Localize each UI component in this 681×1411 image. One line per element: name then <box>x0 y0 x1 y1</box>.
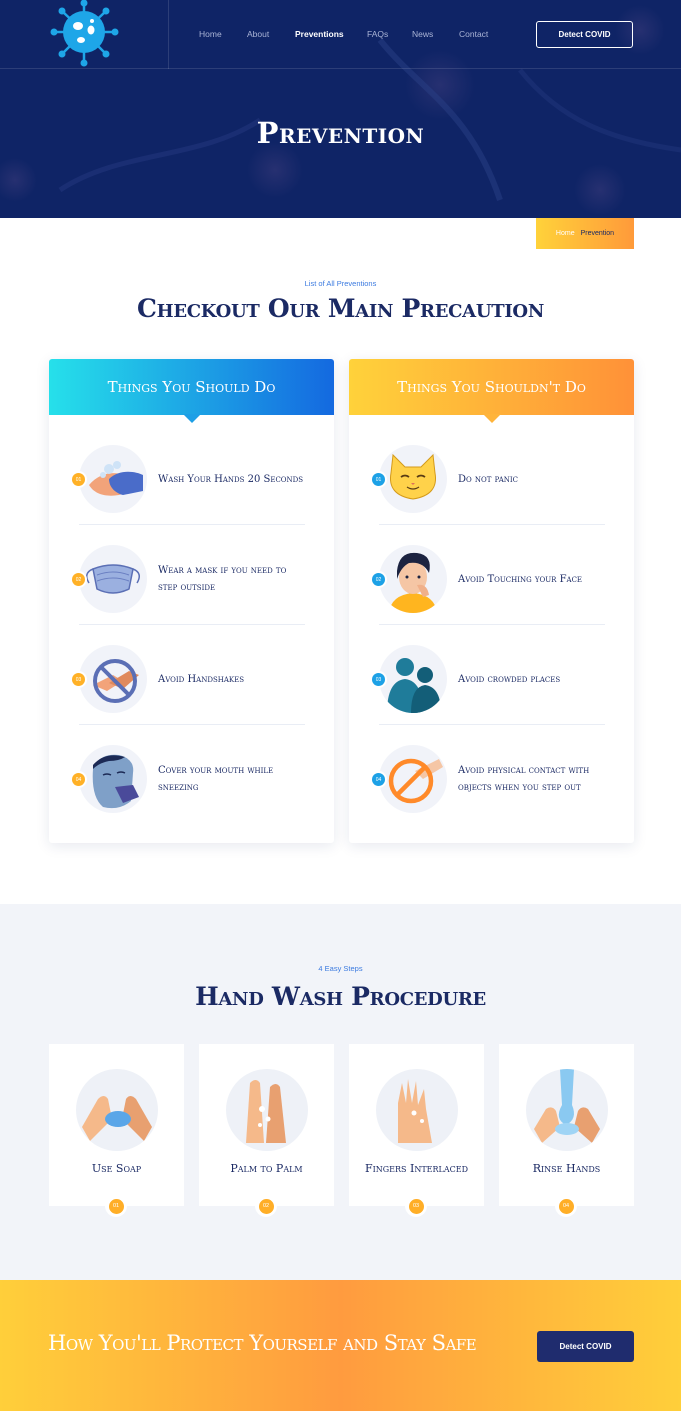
item-label: Avoid Touching your Face <box>458 573 583 585</box>
calm-cat-icon <box>379 445 447 513</box>
nav-news[interactable]: News <box>412 29 459 39</box>
item-number-badge: 04 <box>72 773 85 786</box>
nav-contact[interactable]: Contact <box>459 29 509 39</box>
breadcrumb: Home Prevention <box>536 218 634 249</box>
step-label: Fingers Interlaced <box>364 1162 469 1175</box>
step-number-badge: 01 <box>105 1195 127 1217</box>
shouldnt-do-heading: Things You Shouldn't Do <box>349 359 634 423</box>
fingers-interlaced-icon <box>376 1069 458 1151</box>
page-title: Prevention <box>256 116 425 150</box>
item-number-badge: 03 <box>372 673 385 686</box>
shouldnt-do-card: Things You Shouldn't Do 01 Do not panic … <box>349 359 634 843</box>
rinse-hands-icon <box>526 1069 608 1151</box>
item-number-badge: 02 <box>72 573 85 586</box>
cta-title: How You'll Protect Yourself and Stay Saf… <box>48 1331 477 1355</box>
step-number-badge: 04 <box>555 1195 577 1217</box>
palm-to-palm-icon <box>226 1069 308 1151</box>
item-label: Avoid crowded places <box>458 673 561 685</box>
item-label: Avoid Handshakes <box>158 673 245 685</box>
breadcrumb-current: Prevention <box>580 230 615 237</box>
item-number-badge: 01 <box>372 473 385 486</box>
no-touch-icon <box>379 745 447 813</box>
item-number-badge: 02 <box>372 573 385 586</box>
list-item: 04 Cover your mouth while sneezing <box>72 725 305 825</box>
list-item: 02 Wear a mask if you need to step outsi… <box>72 525 305 625</box>
step-number-badge: 02 <box>255 1195 277 1217</box>
face-mask-icon <box>79 545 147 613</box>
step-card: Use Soap 01 <box>49 1044 184 1217</box>
main-nav: Home About Preventions FAQs News Contact <box>199 29 509 39</box>
detect-covid-cta-button[interactable]: Detect COVID <box>537 1331 634 1362</box>
precautions-eyebrow: List of All Preventions <box>304 279 377 288</box>
handwash-section: 4 Easy Steps Hand Wash Procedure Use Soa… <box>0 904 681 1280</box>
item-number-badge: 04 <box>372 773 385 786</box>
handwash-title: Hand Wash Procedure <box>195 982 486 1011</box>
precautions-title: Checkout Our Main Precaution <box>137 294 544 323</box>
step-label: Use Soap <box>91 1162 142 1175</box>
crowd-icon <box>379 645 447 713</box>
step-card: Rinse Hands 04 <box>499 1044 634 1217</box>
list-item: 02 Avoid Touching your Face <box>372 525 605 625</box>
list-item: 03 Avoid Handshakes <box>72 625 305 725</box>
virus-logo-icon[interactable] <box>48 0 120 69</box>
item-number-badge: 01 <box>72 473 85 486</box>
handwash-eyebrow: 4 Easy Steps <box>318 964 363 973</box>
touching-face-icon <box>379 545 447 613</box>
step-label: Rinse Hands <box>532 1162 601 1175</box>
list-item: 04 Avoid physical contact with objects w… <box>372 725 605 825</box>
site-header: Home About Preventions FAQs News Contact… <box>0 0 681 69</box>
item-label: Cover your mouth while sneezing <box>158 765 274 793</box>
step-number-badge: 03 <box>405 1195 427 1217</box>
hero-banner: Home About Preventions FAQs News Contact… <box>0 0 681 218</box>
soap-hands-icon <box>76 1069 158 1151</box>
hand-washing-icon <box>79 445 147 513</box>
step-card: Palm to Palm 02 <box>199 1044 334 1217</box>
header-divider <box>168 0 169 69</box>
step-label: Palm to Palm <box>230 1162 303 1175</box>
list-item: 03 Avoid crowded places <box>372 625 605 725</box>
list-item: 01 Do not panic <box>372 425 605 525</box>
detect-covid-button[interactable]: Detect COVID <box>536 21 633 48</box>
cta-banner: How You'll Protect Yourself and Stay Saf… <box>0 1280 681 1411</box>
nav-home[interactable]: Home <box>199 29 247 39</box>
sneezing-person-icon <box>79 745 147 813</box>
nav-faqs[interactable]: FAQs <box>367 29 412 39</box>
list-item: 01 Wash Your Hands 20 Seconds <box>72 425 305 525</box>
item-label: Avoid physical contact with objects when… <box>458 765 590 793</box>
item-label: Wear a mask if you need to step outside <box>158 565 287 593</box>
item-number-badge: 03 <box>72 673 85 686</box>
step-card: Fingers Interlaced 03 <box>349 1044 484 1217</box>
item-label: Do not panic <box>458 473 519 485</box>
should-do-card: Things You Should Do 01 Wash Your Hands … <box>49 359 334 843</box>
breadcrumb-home-link[interactable]: Home <box>556 230 575 237</box>
nav-preventions[interactable]: Preventions <box>295 29 367 39</box>
no-handshake-icon <box>79 645 147 713</box>
nav-about[interactable]: About <box>247 29 295 39</box>
should-do-heading: Things You Should Do <box>49 359 334 423</box>
item-label: Wash Your Hands 20 Seconds <box>158 473 304 485</box>
